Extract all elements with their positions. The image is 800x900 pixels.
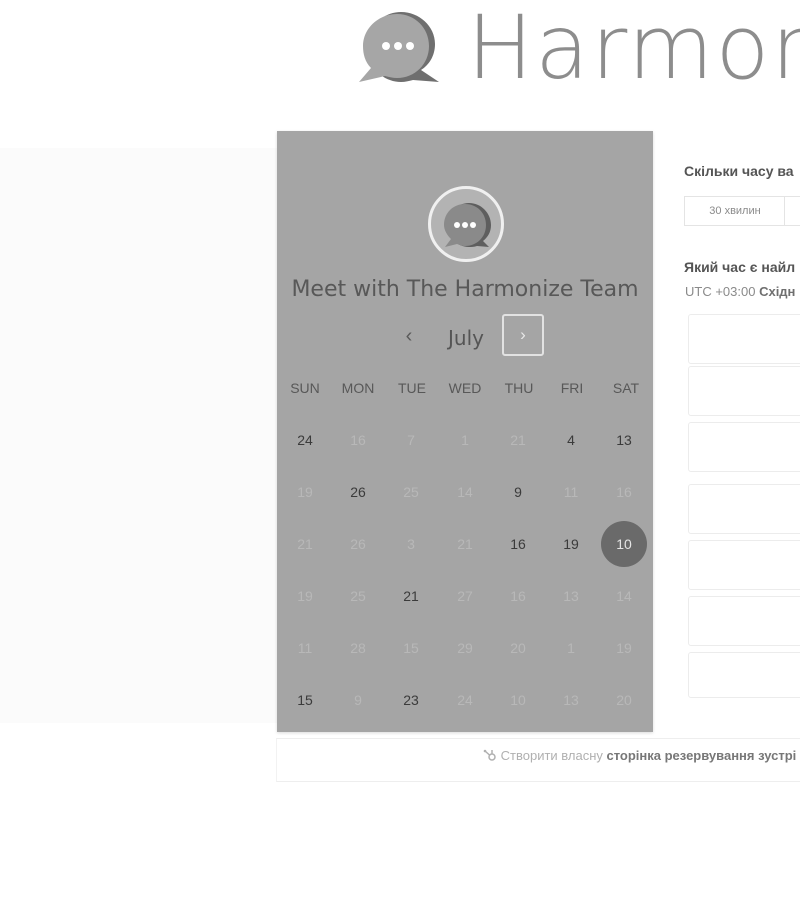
team-avatar — [428, 186, 504, 262]
create-booking-page-link[interactable]: Створити власну сторінка резервування зу… — [483, 748, 796, 763]
brand-logo: Harmon — [357, 0, 800, 99]
weekday-wed: WED — [448, 380, 482, 396]
day-cell[interactable]: 19 — [548, 521, 594, 567]
brand-name: Harmon — [467, 0, 800, 99]
duration-question: Скільки часу ва — [684, 163, 794, 179]
day-cell: 1 — [567, 640, 575, 656]
day-cell: 21 — [457, 536, 473, 552]
day-cell: 19 — [616, 640, 632, 656]
time-slot-button[interactable] — [688, 540, 800, 590]
day-cell: 10 — [510, 692, 526, 708]
day-cell[interactable]: 21 — [388, 573, 434, 619]
month-label: July — [448, 326, 484, 350]
day-cell[interactable]: 9 — [495, 469, 541, 515]
day-cell: 16 — [350, 432, 366, 448]
day-cell[interactable]: 4 — [548, 417, 594, 463]
weekday-mon: MON — [341, 380, 375, 396]
time-slot-button[interactable] — [688, 314, 800, 364]
day-cell: 20 — [510, 640, 526, 656]
day-cell: 14 — [457, 484, 473, 500]
day-cell: 25 — [403, 484, 419, 500]
day-cell: 13 — [563, 692, 579, 708]
day-cell: 11 — [563, 484, 579, 500]
time-question: Який час є найл — [684, 259, 796, 275]
timezone-name: Східн — [759, 284, 796, 299]
day-cell: 15 — [403, 640, 419, 656]
day-cell: 29 — [457, 640, 473, 656]
left-backdrop — [0, 148, 277, 723]
day-cell[interactable]: 15 — [282, 677, 328, 723]
weekday-sun: SUN — [290, 380, 320, 396]
day-cell: 21 — [297, 536, 313, 552]
duration-option-button[interactable]: 30 хвилин — [684, 196, 786, 226]
day-cell: 24 — [457, 692, 473, 708]
duration-option-button-2[interactable] — [784, 196, 800, 226]
day-cell: 19 — [297, 484, 313, 500]
calendar-card: Meet with The Harmonize Team ‹ July › SU… — [277, 131, 653, 732]
day-cell: 20 — [616, 692, 632, 708]
footer-link-prefix: Створити власну — [500, 748, 607, 763]
day-cell-selected[interactable]: 10 — [601, 521, 647, 567]
time-slot-button[interactable] — [688, 484, 800, 534]
timezone-offset: UTC +03:00 — [685, 284, 760, 299]
weekday-header: SUN MON TUE WED THU FRI SAT — [277, 380, 653, 400]
next-month-button[interactable]: › — [502, 314, 544, 356]
time-slot-button[interactable] — [688, 422, 800, 472]
day-cell[interactable]: 16 — [495, 521, 541, 567]
day-cell: 21 — [510, 432, 526, 448]
weekday-thu: THU — [504, 380, 534, 396]
day-cell: 9 — [354, 692, 362, 708]
day-cell: 11 — [297, 640, 313, 656]
time-slot-button[interactable] — [688, 366, 800, 416]
weekday-sat: SAT — [612, 380, 640, 396]
hubspot-sprocket-icon — [483, 748, 501, 763]
day-cell: 16 — [616, 484, 632, 500]
day-cell: 7 — [407, 432, 415, 448]
weekday-tue: TUE — [398, 380, 426, 396]
time-slot-button[interactable] — [688, 652, 800, 698]
day-cell[interactable]: 24 — [282, 417, 328, 463]
time-slot-button[interactable] — [688, 596, 800, 646]
chat-bubble-avatar-icon — [444, 203, 491, 247]
day-cell: 26 — [350, 536, 366, 552]
footer-link-bold: сторінка резервування зустрі — [606, 748, 797, 763]
day-cell: 14 — [616, 588, 632, 604]
day-cell: 19 — [297, 588, 313, 604]
calendar-title: Meet with The Harmonize Team — [291, 277, 639, 302]
day-cell[interactable]: 23 — [388, 677, 434, 723]
day-cell: 13 — [563, 588, 579, 604]
previous-month-button[interactable]: ‹ — [395, 323, 423, 349]
day-cell: 1 — [461, 432, 469, 448]
day-cell: 16 — [510, 588, 526, 604]
day-cell: 27 — [457, 588, 473, 604]
day-cell: 28 — [350, 640, 366, 656]
chat-bubble-logo-icon — [357, 8, 439, 88]
day-cell: 25 — [350, 588, 366, 604]
day-cell[interactable]: 26 — [335, 469, 381, 515]
timezone-label[interactable]: UTC +03:00 Східн — [685, 284, 795, 299]
day-cell[interactable]: 13 — [601, 417, 647, 463]
weekday-fri: FRI — [560, 380, 584, 396]
day-cell: 3 — [407, 536, 415, 552]
